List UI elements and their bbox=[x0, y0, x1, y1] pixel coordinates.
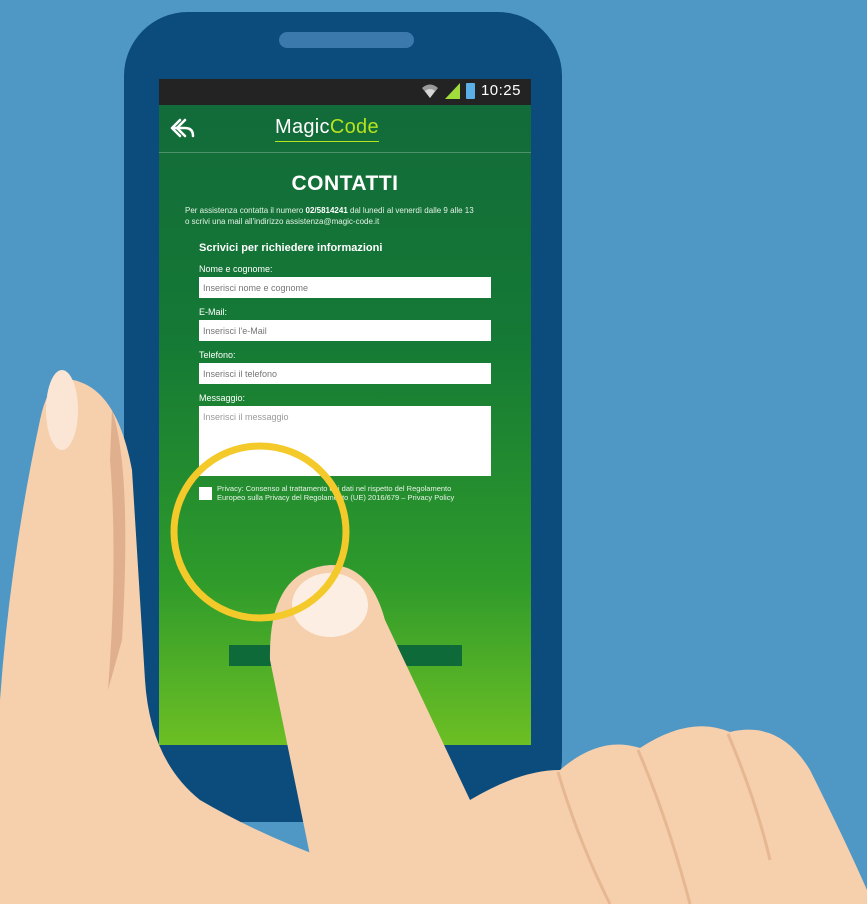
left-thumbnail bbox=[46, 370, 78, 450]
tap-highlight-circle bbox=[170, 442, 350, 622]
hands-illustration bbox=[0, 370, 867, 904]
scene: 10:25 MagicCode CONTATTI Per assistenza … bbox=[0, 0, 867, 904]
